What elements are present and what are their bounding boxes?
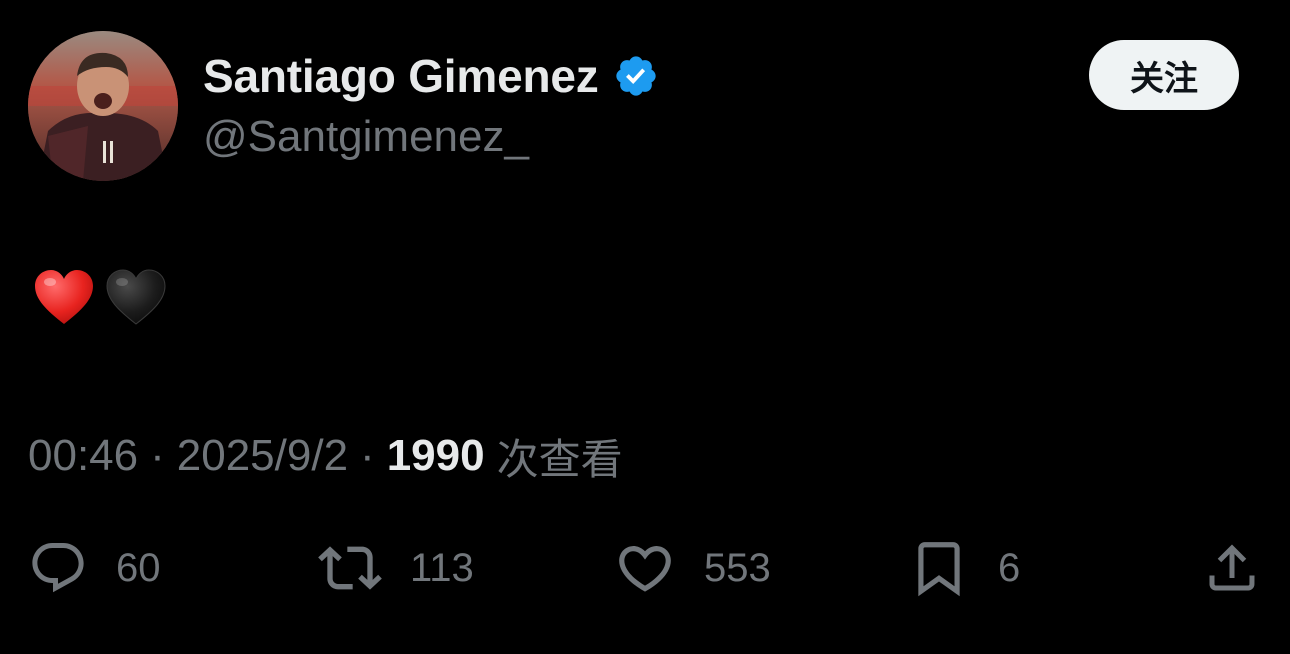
reply-count: 60 [116,545,161,590]
avatar[interactable] [28,31,178,181]
profile-photo-icon [28,31,178,181]
post-meta: 00:46 · 2025/9/2 · 1990 次查看 [28,426,623,486]
like-icon [619,546,671,592]
post-time[interactable]: 00:46 [28,431,138,481]
repost-icon [318,546,382,590]
verified-badge-icon [615,56,656,96]
meta-separator: · [150,431,165,480]
repost-button[interactable]: 113 [318,536,474,600]
post-date[interactable]: 2025/9/2 [177,431,348,481]
share-icon [1209,544,1255,591]
view-count[interactable]: 1990 [387,431,485,481]
meta-separator: · [360,431,375,480]
bookmark-button[interactable]: 6 [908,536,1020,600]
like-count: 553 [704,545,771,590]
reply-icon [32,543,84,593]
author-handle[interactable]: @Santgimenez_ [203,112,529,162]
tweet-text [32,266,168,330]
share-button[interactable] [1202,536,1262,600]
red-heart-emoji-icon [35,270,93,324]
black-heart-emoji-icon [106,269,166,325]
follow-button[interactable]: 关注 [1089,40,1239,110]
like-button[interactable]: 553 [614,536,771,600]
author-name-row[interactable]: Santiago Gimenez [203,48,659,104]
bookmark-count: 6 [998,545,1021,590]
views-label: 次查看 [496,434,623,484]
reply-button[interactable]: 60 [28,536,161,600]
repost-count: 113 [410,545,474,590]
action-bar: 60 113 553 6 [0,536,1290,600]
bookmark-icon [918,542,960,597]
display-name[interactable]: Santiago Gimenez [203,49,599,103]
